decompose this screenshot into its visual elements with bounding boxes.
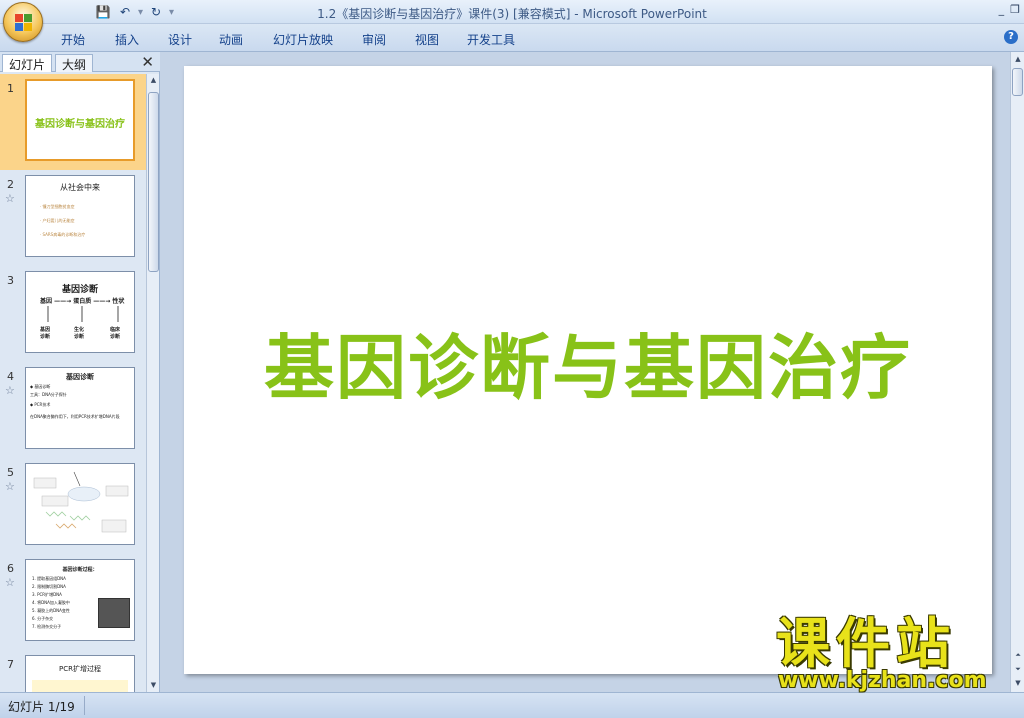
next-slide-icon[interactable]: ⏷: [1011, 662, 1024, 676]
tab-animations[interactable]: 动画: [219, 31, 243, 48]
thumb-label: 基因 诊断: [40, 327, 51, 340]
slide-thumbnail-2[interactable]: 2 ☆ 从社会中来 · 镰刀型细胞贫血症 · 产妇婴儿的无能症 · SARS病毒…: [0, 170, 146, 266]
scroll-up-icon[interactable]: ▲: [1011, 52, 1024, 66]
help-icon[interactable]: ?: [1004, 30, 1018, 44]
watermark-logo: 课件站 www.kjzhan.com: [770, 616, 1010, 694]
watermark-text: 课件站: [776, 612, 956, 675]
scroll-down-icon[interactable]: ▼: [147, 679, 160, 692]
tab-insert[interactable]: 插入: [115, 31, 139, 48]
animation-star-icon: ☆: [5, 480, 15, 493]
minimize-button[interactable]: _: [999, 3, 1005, 16]
thumb-line: 6. 分子杂交: [32, 616, 54, 621]
thumb-line: ◆ PCR技术: [30, 402, 51, 407]
slide-thumbnail-7[interactable]: 7 PCR扩增过程: [0, 650, 146, 692]
slide-thumbnail-4[interactable]: 4 ☆ 基因诊断 ◆ 基因诊断 工具：DNA分子探针 ◆ PCR技术 在DNA聚…: [0, 362, 146, 458]
thumb-title: 基因诊断过程：: [62, 567, 98, 573]
close-icon[interactable]: ✕: [141, 53, 154, 71]
arrows-diagram: [47, 306, 119, 322]
tab-slide-show[interactable]: 幻灯片放映: [273, 31, 333, 48]
thumb-title: 基因诊断: [61, 285, 98, 295]
tab-review[interactable]: 审阅: [362, 31, 386, 48]
status-divider: [84, 696, 85, 715]
tab-developer[interactable]: 开发工具: [467, 31, 515, 48]
tab-outline[interactable]: 大纲: [55, 54, 94, 72]
slide-editor: 基因诊断与基因治疗: [166, 52, 1010, 692]
slide-preview: 基因诊断与基因治疗: [25, 79, 135, 161]
slide-preview: 基因诊断 基因 ——→ 蛋白质 ——→ 性状 基因 诊断 生化 诊断 临床 诊断: [25, 271, 135, 353]
thumb-label: 生化 诊断: [74, 327, 85, 340]
thumb-text: 基因 ——→ 蛋白质 ——→ 性状: [40, 298, 125, 305]
thumb-line: · 镰刀型细胞贫血症: [40, 204, 75, 209]
thumb-line: 3. PCR扩增DNA: [32, 592, 62, 597]
thumb-title: 基因诊断与基因治疗: [35, 119, 125, 130]
photo-image: [98, 598, 130, 628]
tab-design[interactable]: 设计: [168, 31, 192, 48]
slide-preview: 基因诊断过程： 1. 提取基因组DNA 2. 限制酶切割DNA 3. PCR扩增…: [25, 559, 135, 641]
slide-number: 2: [7, 178, 14, 191]
thumb-line: 1. 提取基因组DNA: [32, 576, 66, 581]
thumb-line: 7. 检测杂交分子: [32, 624, 62, 629]
editor-scrollbar[interactable]: ▲ ⏶ ⏷ ▼: [1010, 52, 1024, 692]
thumbnail-list: 1 基因诊断与基因治疗 2 ☆ 从社会中来 · 镰刀型细胞贫血症 · 产妇婴儿的…: [0, 74, 146, 692]
animation-star-icon: ☆: [5, 192, 15, 205]
slide-number: 6: [7, 562, 14, 575]
slide-number: 3: [7, 274, 14, 287]
slide-preview: PCR扩增过程: [25, 655, 135, 692]
scroll-thumb[interactable]: [1012, 68, 1023, 96]
thumb-title: 基因诊断: [66, 373, 94, 381]
scroll-thumb[interactable]: [148, 92, 159, 272]
thumb-line: ◆ 基因诊断: [30, 384, 51, 389]
window-controls: _ ❐: [999, 3, 1020, 16]
tab-home[interactable]: 开始: [61, 31, 85, 48]
slide-canvas[interactable]: 基因诊断与基因治疗: [184, 66, 992, 674]
slide-counter: 幻灯片 1/19: [8, 700, 75, 714]
slide-number: 1: [7, 82, 14, 95]
slide-thumbnail-3[interactable]: 3 基因诊断 基因 ——→ 蛋白质 ——→ 性状 基因 诊断 生化 诊断 临床 …: [0, 266, 146, 362]
slides-pane: 幻灯片 大纲 ✕ 1 基因诊断与基因治疗 2 ☆ 从社会中来 · 镰刀型细胞贫血…: [0, 52, 160, 692]
thumb-title: 从社会中来: [60, 183, 100, 192]
slide-number: 4: [7, 370, 14, 383]
thumb-title: PCR扩增过程: [59, 665, 101, 673]
scroll-up-icon[interactable]: ▲: [147, 74, 160, 87]
slide-number: 5: [7, 466, 14, 479]
thumb-box: [32, 680, 128, 692]
tab-view[interactable]: 视图: [415, 31, 439, 48]
slide-preview: 从社会中来 · 镰刀型细胞贫血症 · 产妇婴儿的无能症 · SARS病毒的诊断和…: [25, 175, 135, 257]
office-logo-icon: [15, 14, 33, 32]
slide-preview: [25, 463, 135, 545]
thumb-line: 5. 凝胶上的DNA变性: [32, 608, 70, 613]
diagram-preview: [33, 471, 129, 533]
ribbon-tabs: 开始 插入 设计 动画 幻灯片放映 审阅 视图 开发工具 ?: [0, 24, 1024, 52]
thumb-line: 4. 将DNA加入凝胶中: [32, 600, 70, 605]
slide-thumbnail-6[interactable]: 6 ☆ 基因诊断过程： 1. 提取基因组DNA 2. 限制酶切割DNA 3. P…: [0, 554, 146, 650]
slide-number: 7: [7, 658, 14, 671]
slide-title[interactable]: 基因诊断与基因治疗: [184, 312, 992, 413]
office-button[interactable]: [3, 2, 43, 42]
thumb-line: 在DNA聚合酶作用下，利用PCR技术扩增DNA片段: [30, 414, 120, 419]
animation-star-icon: ☆: [5, 384, 15, 397]
pane-tabs: 幻灯片 大纲 ✕: [0, 52, 160, 72]
slide-thumbnail-5[interactable]: 5 ☆: [0, 458, 146, 554]
previous-slide-icon[interactable]: ⏶: [1011, 648, 1024, 662]
watermark-url: www.kjzhan.com: [778, 668, 987, 693]
thumb-line: · 产妇婴儿的无能症: [40, 218, 75, 223]
thumb-line: · SARS病毒的诊断和治疗: [40, 232, 86, 237]
slide-preview: 基因诊断 ◆ 基因诊断 工具：DNA分子探针 ◆ PCR技术 在DNA聚合酶作用…: [25, 367, 135, 449]
thumb-line: 2. 限制酶切割DNA: [32, 584, 66, 589]
thumb-line: 工具：DNA分子探针: [30, 392, 67, 397]
slide-thumbnail-1[interactable]: 1 基因诊断与基因治疗: [0, 74, 146, 170]
window-title: 1.2《基因诊断与基因治疗》课件(3) [兼容模式] - Microsoft P…: [317, 7, 707, 21]
pane-scrollbar[interactable]: ▲ ▼: [146, 74, 159, 692]
tab-slides[interactable]: 幻灯片: [2, 54, 53, 72]
scroll-down-icon[interactable]: ▼: [1011, 676, 1024, 690]
title-bar: 💾 ↶ ▾ ↻ ▾ 1.2《基因诊断与基因治疗》课件(3) [兼容模式] - M…: [0, 0, 1024, 42]
restore-button[interactable]: ❐: [1010, 3, 1020, 16]
animation-star-icon: ☆: [5, 576, 15, 589]
thumb-label: 临床 诊断: [110, 327, 121, 340]
status-bar: 幻灯片 1/19: [0, 692, 1024, 718]
